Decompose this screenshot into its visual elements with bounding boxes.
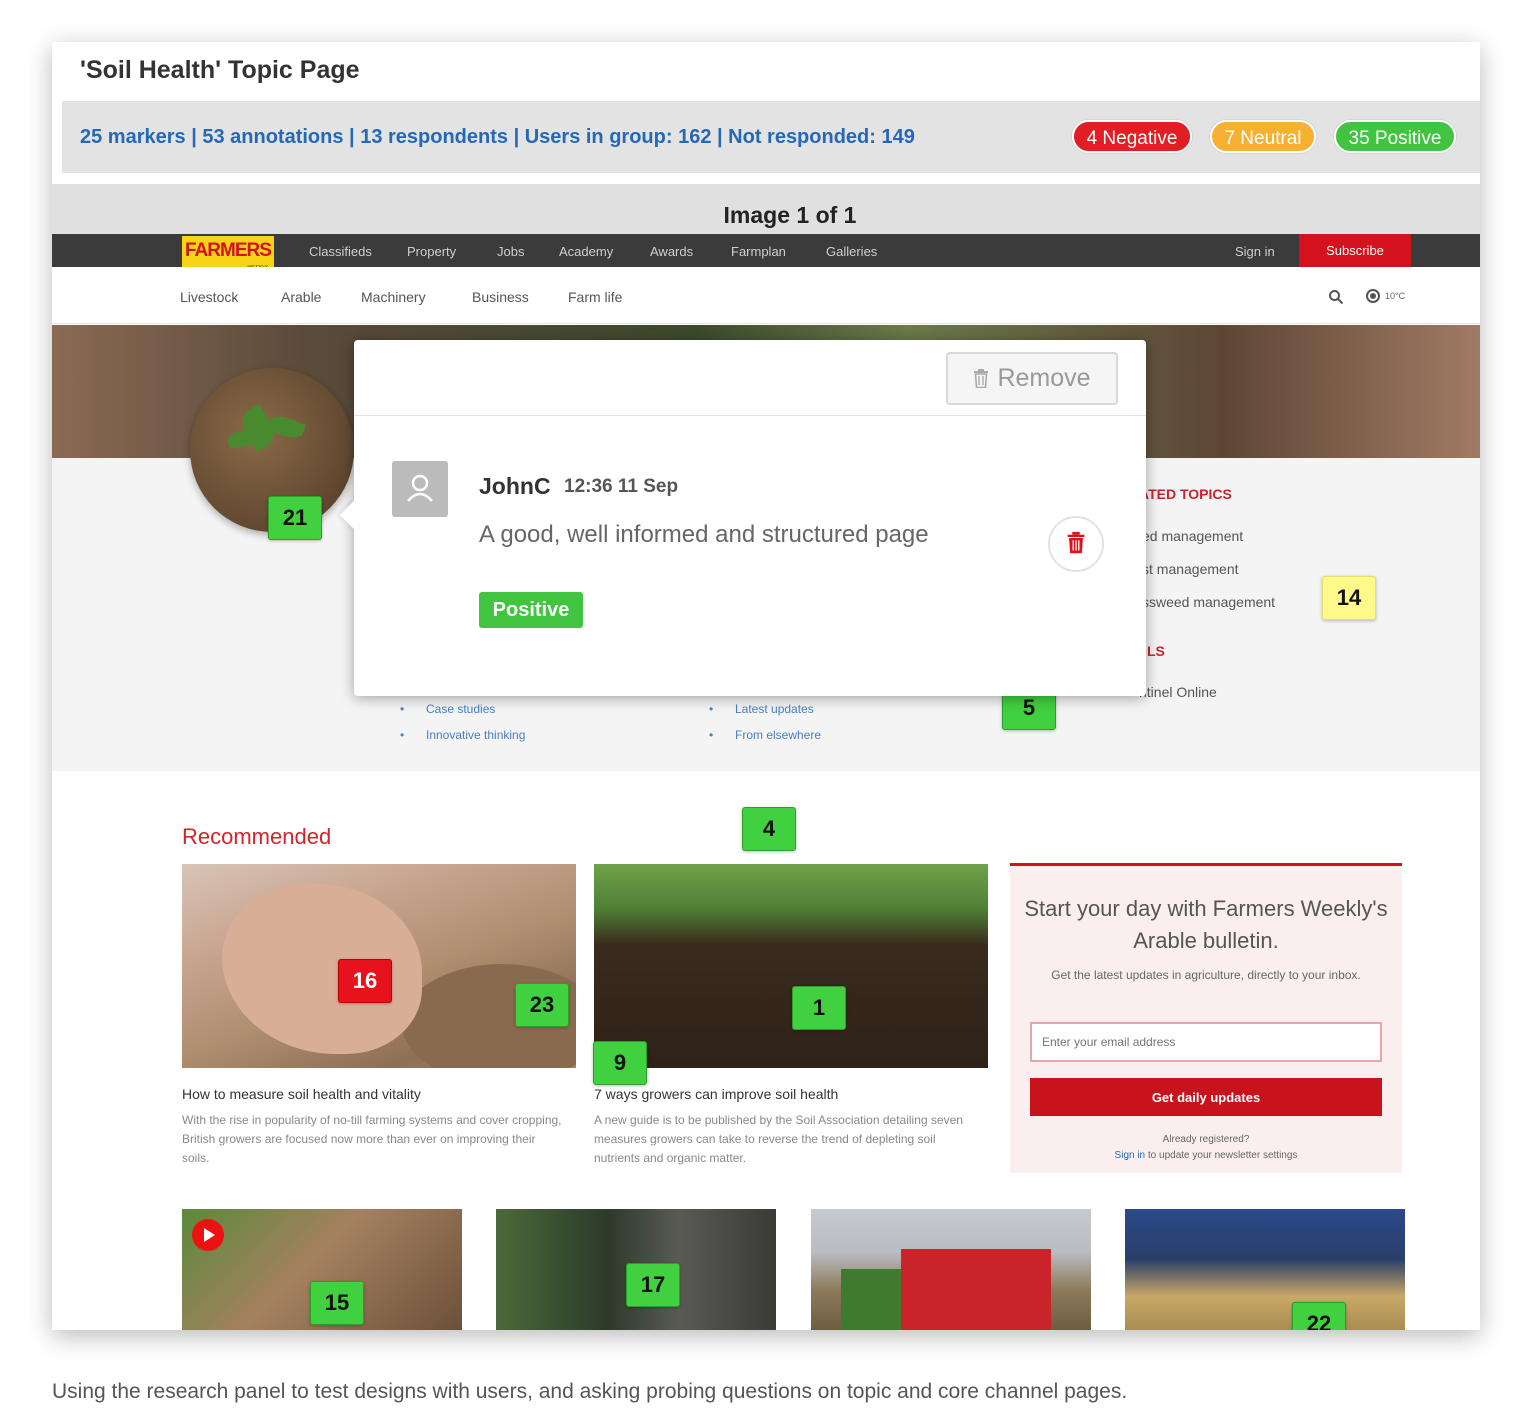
- play-icon: [192, 1219, 224, 1251]
- annotation-marker[interactable]: 16: [338, 959, 392, 1003]
- subnav-machinery: Machinery: [361, 289, 426, 305]
- article-summary: With the rise in popularity of no-till f…: [182, 1113, 562, 1165]
- popup-header: Remove: [354, 340, 1146, 416]
- subnav-livestock: Livestock: [180, 289, 239, 305]
- nav-farmplan: Farmplan: [731, 244, 786, 259]
- newsletter-registered-note: Already registered? Sign in to update yo…: [1010, 1132, 1402, 1164]
- negative-count-badge[interactable]: 4 Negative: [1072, 120, 1192, 153]
- nav-jobs: Jobs: [497, 244, 525, 259]
- subnav-business: Business: [472, 289, 529, 305]
- annotation-marker[interactable]: 14: [1322, 576, 1376, 620]
- annotation-marker[interactable]: 4: [742, 807, 796, 851]
- article-title: How to measure soil health and vitality: [182, 1086, 421, 1102]
- newsletter-description: Get the latest updates in agriculture, d…: [1051, 968, 1361, 982]
- comment-text: A good, well informed and structured pag…: [479, 521, 929, 548]
- nav-classifieds: Classifieds: [309, 244, 372, 259]
- nav-awards: Awards: [650, 244, 694, 259]
- search-icon: [1329, 290, 1344, 305]
- tools-heading: LS: [1147, 643, 1165, 659]
- trash-icon: [974, 369, 989, 388]
- subnav-farm-life: Farm life: [568, 289, 623, 305]
- newsletter-email-input: [1030, 1022, 1382, 1062]
- weather-temperature: 10°C: [1385, 291, 1406, 301]
- already-registered-text: Already registered?: [1162, 1134, 1250, 1145]
- newsletter-heading: Start your day with Farmers Weekly's Ara…: [1024, 896, 1388, 953]
- green-tractor: [841, 1269, 901, 1330]
- figure-caption: Using the research panel to test designs…: [52, 1380, 1128, 1403]
- get-daily-updates-button: Get daily updates: [1030, 1078, 1382, 1116]
- positive-count-badge[interactable]: 35 Positive: [1334, 120, 1456, 153]
- link-latest-updates: Latest updates: [709, 702, 814, 716]
- nav-galleries: Galleries: [826, 244, 878, 259]
- article-image-soil-profile: [594, 864, 988, 1068]
- remove-label: Remove: [997, 364, 1091, 392]
- site-sign-in: Sign in: [1235, 244, 1275, 259]
- comment-timestamp: 12:36 11 Sep: [564, 476, 679, 497]
- avatar: [392, 461, 448, 517]
- annotation-popup: Remove JohnC 12:36 11 Sep A good, well i…: [339, 340, 1146, 696]
- article-summary: A new guide is to be published by the So…: [594, 1113, 963, 1165]
- annotation-marker[interactable]: 17: [626, 1263, 680, 1307]
- annotation-marker[interactable]: 23: [515, 983, 569, 1027]
- related-topic-item: st management: [1142, 561, 1239, 577]
- related-topic-item: ed management: [1142, 528, 1244, 544]
- remove-button[interactable]: Remove: [946, 352, 1118, 405]
- user-icon: [407, 474, 433, 502]
- annotation-marker[interactable]: 9: [593, 1041, 647, 1085]
- annotation-marker[interactable]: 21: [268, 496, 322, 540]
- newsletter-signup-box: Start your day with Farmers Weekly's Ara…: [1010, 863, 1402, 1173]
- link-innovative-thinking: Innovative thinking: [400, 728, 526, 742]
- image-counter: Image 1 of 1: [723, 202, 857, 228]
- recommended-heading: Recommended: [182, 824, 332, 849]
- nav-academy: Academy: [559, 244, 614, 259]
- page-title: 'Soil Health' Topic Page: [80, 56, 360, 84]
- thumbnail-harvester: [811, 1209, 1091, 1330]
- trash-icon: [1067, 531, 1085, 554]
- article-title: 7 ways growers can improve soil health: [594, 1086, 839, 1102]
- stats-summary: 25 markers | 53 annotations | 13 respond…: [80, 126, 915, 148]
- site-subscribe-button: Subscribe: [1299, 234, 1411, 267]
- nav-property: Property: [407, 244, 457, 259]
- link-from-elsewhere: From elsewhere: [709, 728, 821, 742]
- hand-holding-soil: [222, 884, 422, 1054]
- site-top-nav: FARMERS WEEKLY Classifieds Property Jobs…: [52, 234, 1480, 274]
- newsletter-sign-in-rest: to update your newsletter settings: [1145, 1150, 1298, 1161]
- stats-bar: 25 markers | 53 annotations | 13 respond…: [62, 101, 1480, 173]
- site-sub-nav: Livestock Arable Machinery Business Farm…: [52, 267, 1480, 324]
- link-case-studies: Case studies: [400, 702, 496, 716]
- weather-sun-icon: [1366, 289, 1380, 303]
- subnav-arable: Arable: [281, 289, 322, 305]
- related-topics-heading: ATED TOPICS: [1139, 486, 1232, 502]
- sentinel-link: ntinel Online: [1139, 684, 1217, 700]
- logo-text: FARMERS: [185, 240, 272, 261]
- thumbnail-trailer-field: [1125, 1209, 1405, 1330]
- annotation-marker[interactable]: 15: [310, 1281, 364, 1325]
- neutral-count-badge[interactable]: 7 Neutral: [1210, 120, 1316, 153]
- newsletter-sign-in-link: Sign in: [1114, 1150, 1146, 1161]
- related-topic-item: ssweed management: [1142, 594, 1276, 610]
- comment-author: JohnC: [479, 473, 551, 499]
- delete-comment-button[interactable]: [1048, 516, 1104, 572]
- annotation-marker[interactable]: 1: [792, 986, 846, 1030]
- sentiment-badge: Positive: [479, 592, 583, 628]
- annotation-marker[interactable]: 22: [1292, 1302, 1346, 1330]
- red-harvester: [901, 1249, 1051, 1330]
